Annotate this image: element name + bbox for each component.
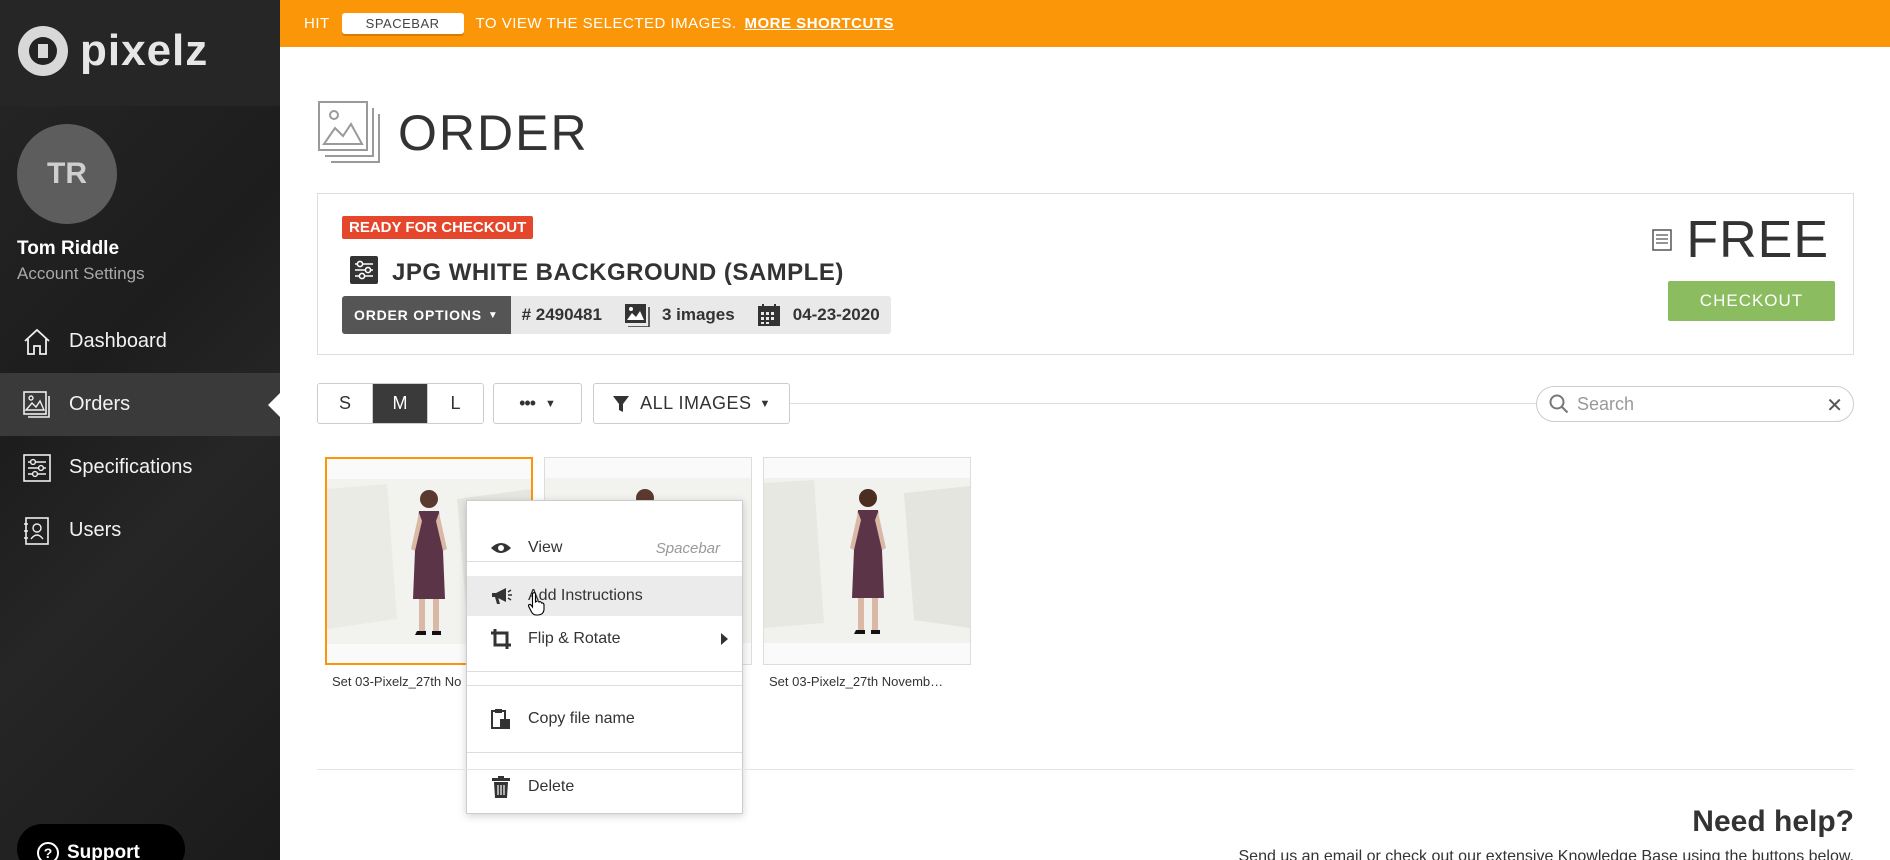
thumbnail-size-group: S M L: [317, 383, 484, 424]
order-meta-bar: ORDER OPTIONS ▼ # 2490481 3 images 04-23…: [342, 296, 891, 334]
filter-label: ALL IMAGES: [640, 393, 752, 413]
order-card: READY FOR CHECKOUT JPG WHITE BACKGROUND …: [317, 193, 1854, 355]
clear-search-icon[interactable]: ✕: [1826, 393, 1843, 418]
thumbnail-caption: Set 03-Pixelz_27th Novemb…: [769, 674, 944, 689]
context-item-label: Copy file name: [528, 710, 635, 727]
calendar-icon: [757, 304, 780, 326]
help-divider: [317, 769, 1854, 770]
search-input[interactable]: [1577, 393, 1817, 415]
dress-photo-image: [764, 458, 970, 664]
image-icon: [624, 304, 650, 327]
status-badge: READY FOR CHECKOUT: [342, 216, 534, 239]
context-item-label: Flip & Rotate: [528, 630, 621, 647]
checkout-button[interactable]: CHECKOUT: [1668, 281, 1835, 321]
search-box: ✕: [1536, 386, 1854, 422]
context-menu-divider: [467, 752, 742, 753]
logo[interactable]: pixelz: [18, 24, 208, 78]
context-item-view[interactable]: View Spacebar: [467, 528, 742, 568]
order-number: # 2490481: [511, 305, 613, 325]
context-item-flip-rotate[interactable]: Flip & Rotate: [467, 619, 742, 659]
context-menu: View Spacebar Add Instructions Flip & Ro…: [466, 500, 743, 814]
sidebar-item-dashboard[interactable]: Dashboard: [0, 310, 280, 373]
invoice-icon: [1652, 229, 1673, 251]
image-count-text: 3 images: [661, 305, 735, 324]
order-options-button[interactable]: ORDER OPTIONS ▼: [342, 296, 511, 334]
image-thumbnail[interactable]: [763, 457, 971, 665]
sidebar-item-label: Orders: [69, 393, 131, 415]
order-image-count: 3 images: [613, 303, 746, 327]
spacebar-key-chip: SPACEBAR: [341, 13, 464, 34]
context-item-copy-file-name[interactable]: Copy file name: [467, 699, 742, 739]
help-text: Send us an email or check out our extens…: [1238, 848, 1855, 860]
support-label: Support: [67, 842, 140, 860]
order-title: JPG WHITE BACKGROUND (SAMPLE): [392, 258, 844, 286]
contacts-icon: [20, 514, 54, 548]
context-item-label: View: [528, 539, 563, 556]
support-button[interactable]: ? Support: [17, 824, 185, 860]
order-page-icon: [317, 100, 381, 164]
banner-suffix: TO VIEW THE SELECTED IMAGES.: [475, 15, 737, 32]
help-circle-icon: ?: [37, 842, 59, 860]
sidebar-nav: Dashboard Orders Specifications Users: [0, 310, 280, 562]
caret-down-icon: ▼: [759, 397, 771, 410]
sliders-icon: [20, 451, 54, 485]
page-title: ORDER: [398, 105, 589, 161]
order-number-text: # 2490481: [521, 305, 602, 324]
pixelz-logo-icon: [18, 26, 68, 76]
clipboard-icon: [490, 708, 512, 730]
sidebar-item-label: Users: [69, 519, 122, 541]
caret-down-icon: ▼: [545, 397, 556, 410]
order-date-text: 04-23-2020: [792, 305, 880, 324]
submenu-arrow-icon: [721, 633, 728, 645]
context-menu-divider: [467, 685, 742, 686]
context-menu-divider: [467, 671, 742, 672]
order-options-label: ORDER OPTIONS: [354, 307, 482, 323]
shortcut-banner: HIT SPACEBAR TO VIEW THE SELECTED IMAGES…: [280, 0, 1890, 47]
size-medium-button[interactable]: M: [373, 384, 428, 423]
logo-text: pixelz: [80, 26, 209, 75]
context-item-add-instructions[interactable]: Add Instructions: [467, 576, 742, 616]
search-icon: [1549, 394, 1569, 414]
megaphone-icon: [490, 585, 512, 607]
size-large-button[interactable]: L: [428, 384, 483, 423]
images-icon: [20, 388, 54, 422]
more-dots-icon: •••: [519, 393, 536, 413]
banner-prefix: HIT: [304, 15, 330, 32]
more-actions-button[interactable]: ••• ▼: [493, 383, 582, 424]
sidebar-item-orders[interactable]: Orders: [0, 373, 280, 436]
specification-sliders-icon: [348, 254, 380, 291]
context-menu-divider: [467, 561, 742, 562]
sidebar-item-label: Specifications: [69, 456, 193, 478]
order-title-row: JPG WHITE BACKGROUND (SAMPLE): [348, 254, 844, 291]
order-price: FREE: [1686, 211, 1829, 269]
order-date: 04-23-2020: [746, 303, 891, 327]
context-item-delete[interactable]: Delete: [467, 767, 742, 807]
context-item-label: Delete: [528, 778, 575, 795]
more-shortcuts-link[interactable]: MORE SHORTCUTS: [745, 15, 895, 32]
trash-icon: [490, 776, 512, 798]
filter-icon: [613, 395, 630, 412]
sidebar-item-specifications[interactable]: Specifications: [0, 436, 280, 499]
caret-down-icon: ▼: [487, 309, 499, 321]
avatar[interactable]: TR: [17, 124, 117, 224]
sidebar: pixelz TR Tom Riddle Account Settings Da…: [0, 0, 280, 860]
image-filter-dropdown[interactable]: ALL IMAGES ▼: [593, 383, 790, 424]
user-name: Tom Riddle: [17, 238, 120, 259]
hand-cursor-icon: [527, 592, 546, 621]
price-row: FREE: [1652, 210, 1829, 270]
help-title: Need help?: [1692, 805, 1854, 838]
home-icon: [20, 325, 54, 359]
size-small-button[interactable]: S: [318, 384, 373, 423]
sidebar-item-users[interactable]: Users: [0, 499, 280, 562]
crop-icon: [490, 628, 512, 650]
eye-icon: [490, 537, 512, 559]
account-settings-link[interactable]: Account Settings: [17, 264, 145, 284]
sidebar-item-label: Dashboard: [69, 330, 167, 352]
view-shortcut-hint: Spacebar: [655, 539, 720, 557]
